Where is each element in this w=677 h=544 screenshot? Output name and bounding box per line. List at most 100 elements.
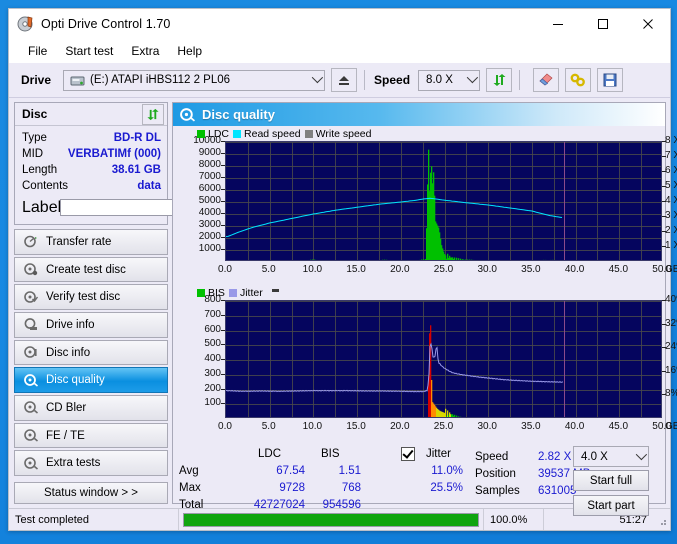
sidebar-item-transfer-rate[interactable]: Transfer rate [14, 229, 168, 255]
resize-grip-icon[interactable] [653, 513, 667, 527]
stats-max-ldc: 9728 [279, 482, 305, 494]
toolbar-separator-1 [364, 70, 366, 90]
stats-row-total: Total [179, 499, 204, 511]
disc-panel-body: Type BD-R DL MID VERBATIMf (000) Length … [15, 126, 264, 224]
disc-row-length: Length 38.61 GB [22, 162, 161, 178]
stats-position-label: Position [475, 468, 516, 480]
y-axis-tickmark-right [662, 231, 666, 232]
y-axis-tick-right: 40% [665, 294, 677, 305]
y-axis-tickmark-left [221, 225, 225, 226]
stats-col-ldc: LDC [258, 448, 282, 460]
status-window-button[interactable]: Status window > > [14, 482, 168, 504]
y-axis-tickmark-left [221, 300, 225, 301]
sidebar-item-cd-bler[interactable]: CD Bler [14, 395, 168, 421]
y-axis-tickmark-right [662, 347, 666, 349]
scan-speed-select[interactable]: 4.0 X [573, 446, 649, 467]
x-axis-tick: 0.0 [218, 421, 232, 432]
y-axis-tickmark-right [662, 201, 666, 202]
sidebar-item-verify-test-disc[interactable]: Verify test disc [14, 284, 168, 311]
y-axis-tickmark-left [221, 359, 225, 360]
maximize-button[interactable] [580, 9, 625, 39]
y-axis-tickmark-right [662, 300, 666, 301]
sidebar-item-fe-te[interactable]: FE / TE [14, 422, 168, 449]
y-axis-tickmark-left [221, 213, 225, 214]
line-series-read-speed [226, 197, 563, 237]
x-axis-tick: 25.0 [433, 421, 454, 432]
legend-swatch-bis [197, 289, 205, 297]
ldc-chart-legend: LDC Read speed Write speed [197, 128, 372, 140]
sidebar-item-disc-quality[interactable]: Disc quality [14, 367, 168, 394]
y-axis-tickmark-right [662, 370, 666, 372]
y-axis-tick-left: 2000 [198, 231, 221, 242]
sidebar-item-drive-info[interactable]: Drive info [14, 312, 168, 338]
drive-label: Drive [21, 73, 52, 87]
stats-col-jitter: Jitter [426, 448, 451, 460]
x-axis-tick: 35.0 [521, 264, 541, 275]
quality-icon [23, 373, 39, 387]
y-axis-tickmark-left [221, 153, 225, 154]
bis-chart-legend: BIS Jitter [197, 287, 279, 299]
jitter-checkbox[interactable] [401, 447, 415, 461]
end-of-data-marker [563, 142, 565, 260]
start-part-button[interactable]: Start part [573, 495, 649, 516]
sidebar-item-label: CD Bler [46, 401, 87, 414]
start-full-button[interactable]: Start full [573, 470, 649, 491]
y-axis-tick-left: 600 [204, 323, 221, 335]
stats-speed-label: Speed [475, 451, 509, 463]
jitter-checkbox-wrap[interactable] [401, 447, 415, 464]
y-axis-tick-left: 6000 [198, 183, 221, 194]
x-axis-tick: 35.0 [521, 421, 541, 432]
legend-item-ldc: LDC [197, 128, 229, 140]
eject-button[interactable] [331, 68, 358, 92]
menu-item-start-test[interactable]: Start test [56, 42, 122, 60]
y-axis-tickmark-left [221, 249, 225, 250]
y-axis-tick-left: 200 [204, 382, 221, 394]
disc-type-value: BD-R DL [113, 132, 161, 144]
stats-avg-bis: 1.51 [338, 465, 361, 477]
disc-contents-label: Contents [22, 180, 69, 192]
stats-samples-value: 631005 [538, 485, 577, 497]
link-button[interactable] [565, 68, 592, 92]
disc-type-label: Type [22, 132, 47, 144]
close-button[interactable] [625, 9, 670, 39]
y-axis-tickmark-left [221, 177, 225, 178]
content-area: Disc Type BD-R DL MID VERBATIMf (000) Le… [9, 98, 677, 516]
sidebar-item-extra-tests[interactable]: Extra tests [14, 450, 168, 477]
main-header: Disc quality [173, 103, 665, 126]
title-bar: Opti Drive Control 1.70 [9, 9, 670, 39]
disc-panel-header: Disc [15, 103, 167, 126]
legend-swatch-read-speed [233, 130, 242, 138]
save-button[interactable] [597, 68, 624, 92]
disc-refresh-button[interactable] [142, 103, 164, 125]
sidebar-item-disc-info[interactable]: Disc info [14, 339, 168, 366]
sidebar-item-label: FE / TE [46, 429, 85, 442]
verify-icon [23, 290, 39, 304]
x-axis-tick: 40.0 [564, 264, 585, 275]
burn-icon [23, 263, 39, 277]
y-axis-tick-left: 5000 [198, 195, 221, 206]
write-speed-select[interactable]: 8.0 X [418, 69, 481, 91]
menu-item-extra[interactable]: Extra [122, 42, 168, 60]
stats-avg-ldc: 67.54 [276, 465, 305, 477]
sidebar-item-create-test-disc[interactable]: Create test disc [14, 256, 168, 283]
status-bar: Test completed 100.0% 51:27 [9, 508, 670, 530]
legend-label-write-speed: Write speed [315, 128, 372, 140]
menu-item-help[interactable]: Help [168, 42, 211, 60]
series-layer [226, 149, 563, 260]
erase-button[interactable] [533, 68, 560, 92]
drive-select[interactable]: (E:) ATAPI iHBS112 2 PL06 [63, 69, 326, 91]
minimize-button[interactable] [535, 9, 580, 39]
menu-item-file[interactable]: File [19, 42, 56, 60]
y-axis-tickmark-right [662, 171, 666, 172]
bis-plot-area [225, 300, 662, 418]
disc-mid-label: MID [22, 148, 44, 160]
y-axis-tick-left: 100 [204, 397, 221, 409]
refresh-drive-button[interactable] [486, 68, 513, 92]
stats-row-avg: Avg [179, 465, 199, 477]
fete-icon [23, 429, 39, 443]
line-series-jitter [226, 342, 564, 393]
x-axis-tick: 30.0 [477, 264, 497, 275]
disc-row-mid: MID VERBATIMf (000) [22, 146, 161, 162]
stats-samples-label: Samples [475, 485, 520, 497]
y-axis-tickmark-left [221, 237, 225, 238]
